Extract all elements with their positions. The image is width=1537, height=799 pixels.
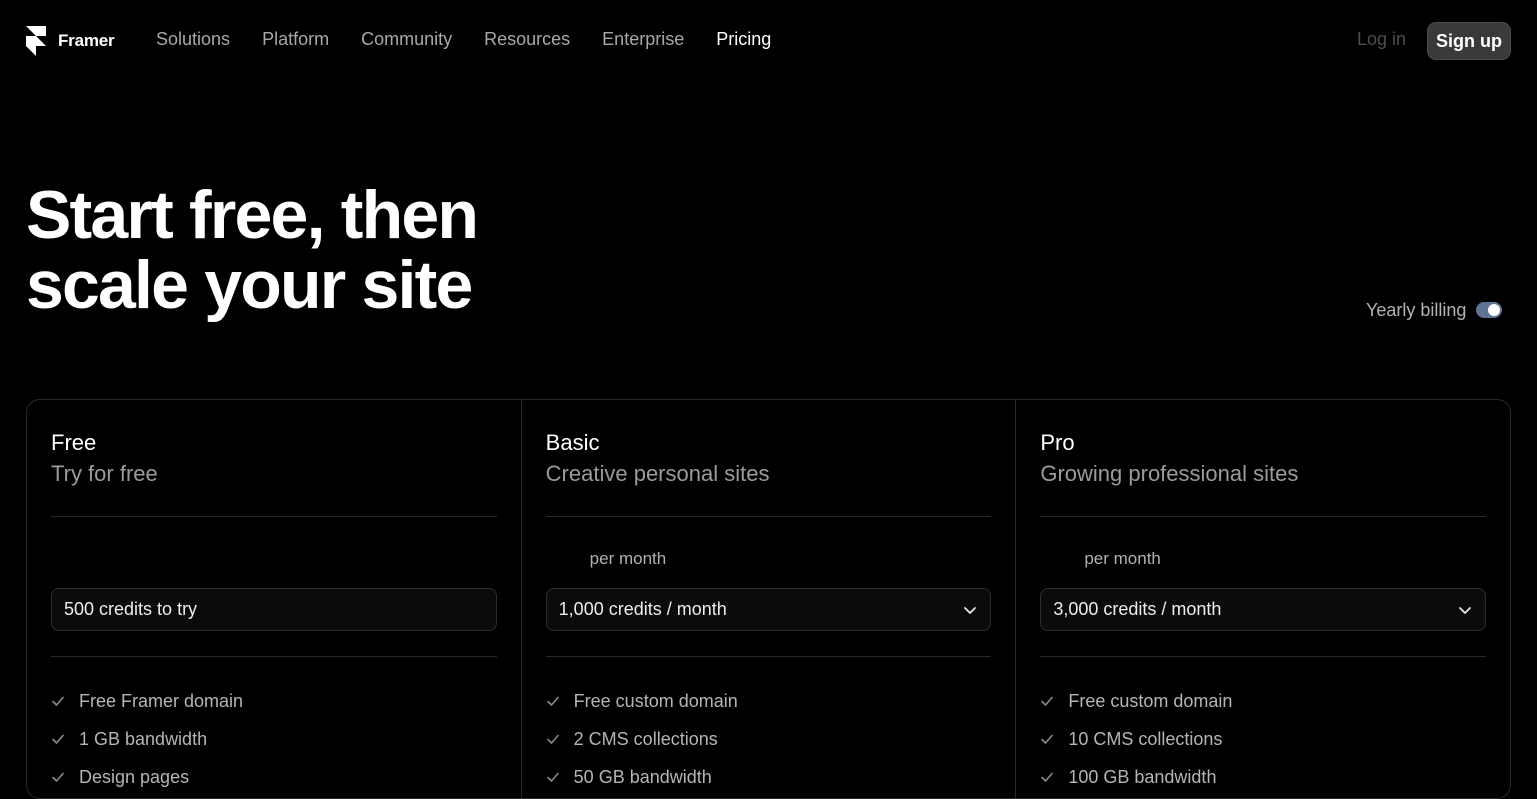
feature-text: 2 CMS collections bbox=[573, 728, 718, 749]
feature-item: 2 CMS collections bbox=[546, 720, 992, 758]
plan-card-pro: Pro Growing professional sites per month… bbox=[1015, 400, 1510, 798]
plan-tagline: Creative personal sites bbox=[545, 461, 770, 486]
credits-field: 500 credits to try bbox=[51, 588, 497, 631]
check-icon bbox=[546, 770, 560, 784]
feature-item: 100 GB bandwidth bbox=[1040, 758, 1486, 796]
signup-button[interactable]: Sign up bbox=[1427, 22, 1511, 60]
brand-logo[interactable]: Framer bbox=[26, 26, 115, 56]
nav-link-enterprise[interactable]: Enterprise bbox=[602, 29, 684, 50]
check-icon bbox=[1040, 732, 1054, 746]
chevron-down-icon bbox=[962, 602, 978, 618]
feature-item: 50 GB bandwidth bbox=[546, 758, 992, 796]
feature-item: 1 GB bandwidth bbox=[51, 720, 497, 758]
nav-link-resources[interactable]: Resources bbox=[484, 29, 570, 50]
price-period: per month bbox=[589, 549, 667, 568]
plan-tagline: Try for free bbox=[51, 461, 158, 486]
check-icon bbox=[1040, 694, 1054, 708]
feature-list: Free Framer domain 1 GB bandwidth Design… bbox=[51, 682, 497, 796]
feature-text: Free custom domain bbox=[1068, 690, 1233, 711]
feature-text: Design pages bbox=[79, 766, 190, 787]
plan-name: Basic bbox=[545, 430, 600, 455]
check-icon bbox=[546, 732, 560, 746]
plan-card-free: Free Try for free 500 credits to try Fre… bbox=[27, 400, 521, 798]
top-navigation: Framer Solutions Platform Community Reso… bbox=[0, 0, 1537, 82]
feature-item: Design pages bbox=[51, 758, 497, 796]
nav-link-platform[interactable]: Platform bbox=[262, 29, 329, 50]
feature-text: 1 GB bandwidth bbox=[79, 728, 208, 749]
price-period: per month bbox=[1084, 549, 1161, 568]
feature-text: 50 GB bandwidth bbox=[573, 766, 712, 787]
divider bbox=[51, 656, 497, 657]
brand-name: Framer bbox=[58, 31, 115, 50]
nav-link-community[interactable]: Community bbox=[361, 29, 452, 50]
feature-text: 10 CMS collections bbox=[1068, 728, 1223, 749]
credits-dropdown[interactable]: 3,000 credits / month bbox=[1040, 588, 1487, 631]
nav-links: Solutions Platform Community Resources E… bbox=[156, 29, 771, 50]
pricing-plans: Free Try for free 500 credits to try Fre… bbox=[26, 399, 1511, 799]
price-row: per month bbox=[1040, 517, 1486, 577]
price-row: per month bbox=[546, 517, 992, 577]
feature-item: Free Framer domain bbox=[51, 682, 497, 720]
page-title-line-2: scale your site bbox=[26, 247, 473, 323]
feature-item: Free custom domain bbox=[546, 682, 992, 720]
nav-link-pricing[interactable]: Pricing bbox=[716, 29, 771, 50]
credits-label: 3,000 credits / month bbox=[1053, 599, 1222, 619]
divider bbox=[545, 656, 992, 657]
check-icon bbox=[1040, 770, 1054, 784]
feature-item: Free custom domain bbox=[1040, 682, 1486, 720]
feature-text: Free custom domain bbox=[573, 690, 738, 711]
feature-text: 100 GB bandwidth bbox=[1068, 766, 1217, 787]
page-title-line-1: Start free, then bbox=[26, 177, 479, 253]
plan-name: Free bbox=[51, 430, 97, 455]
credits-dropdown[interactable]: 1,000 credits / month bbox=[545, 588, 992, 631]
feature-list: Free custom domain 10 CMS collections 10… bbox=[1040, 682, 1486, 796]
credits-label: 1,000 credits / month bbox=[558, 599, 727, 619]
billing-label: Yearly billing bbox=[1366, 299, 1467, 320]
nav-link-solutions[interactable]: Solutions bbox=[156, 29, 230, 50]
yearly-billing-toggle[interactable] bbox=[1476, 302, 1503, 318]
billing-toggle-group: Yearly billing bbox=[1366, 298, 1503, 322]
feature-item: 10 CMS collections bbox=[1040, 720, 1486, 758]
price-row bbox=[51, 517, 497, 577]
feature-text: Free Framer domain bbox=[79, 690, 244, 711]
credits-label: 500 credits to try bbox=[64, 599, 198, 619]
framer-logo-icon bbox=[26, 26, 46, 56]
check-icon bbox=[546, 694, 560, 708]
plan-card-basic: Basic Creative personal sites per month … bbox=[520, 400, 1016, 798]
feature-list: Free custom domain 2 CMS collections 50 … bbox=[546, 682, 992, 796]
chevron-down-icon bbox=[1457, 602, 1473, 618]
login-link[interactable]: Log in bbox=[1357, 29, 1406, 50]
check-icon bbox=[51, 694, 65, 708]
divider bbox=[1040, 656, 1487, 657]
plan-tagline: Growing professional sites bbox=[1040, 461, 1299, 486]
page-title: Start free, then scale your site bbox=[26, 180, 726, 320]
check-icon bbox=[51, 732, 65, 746]
plan-name: Pro bbox=[1040, 430, 1075, 455]
check-icon bbox=[51, 770, 65, 784]
